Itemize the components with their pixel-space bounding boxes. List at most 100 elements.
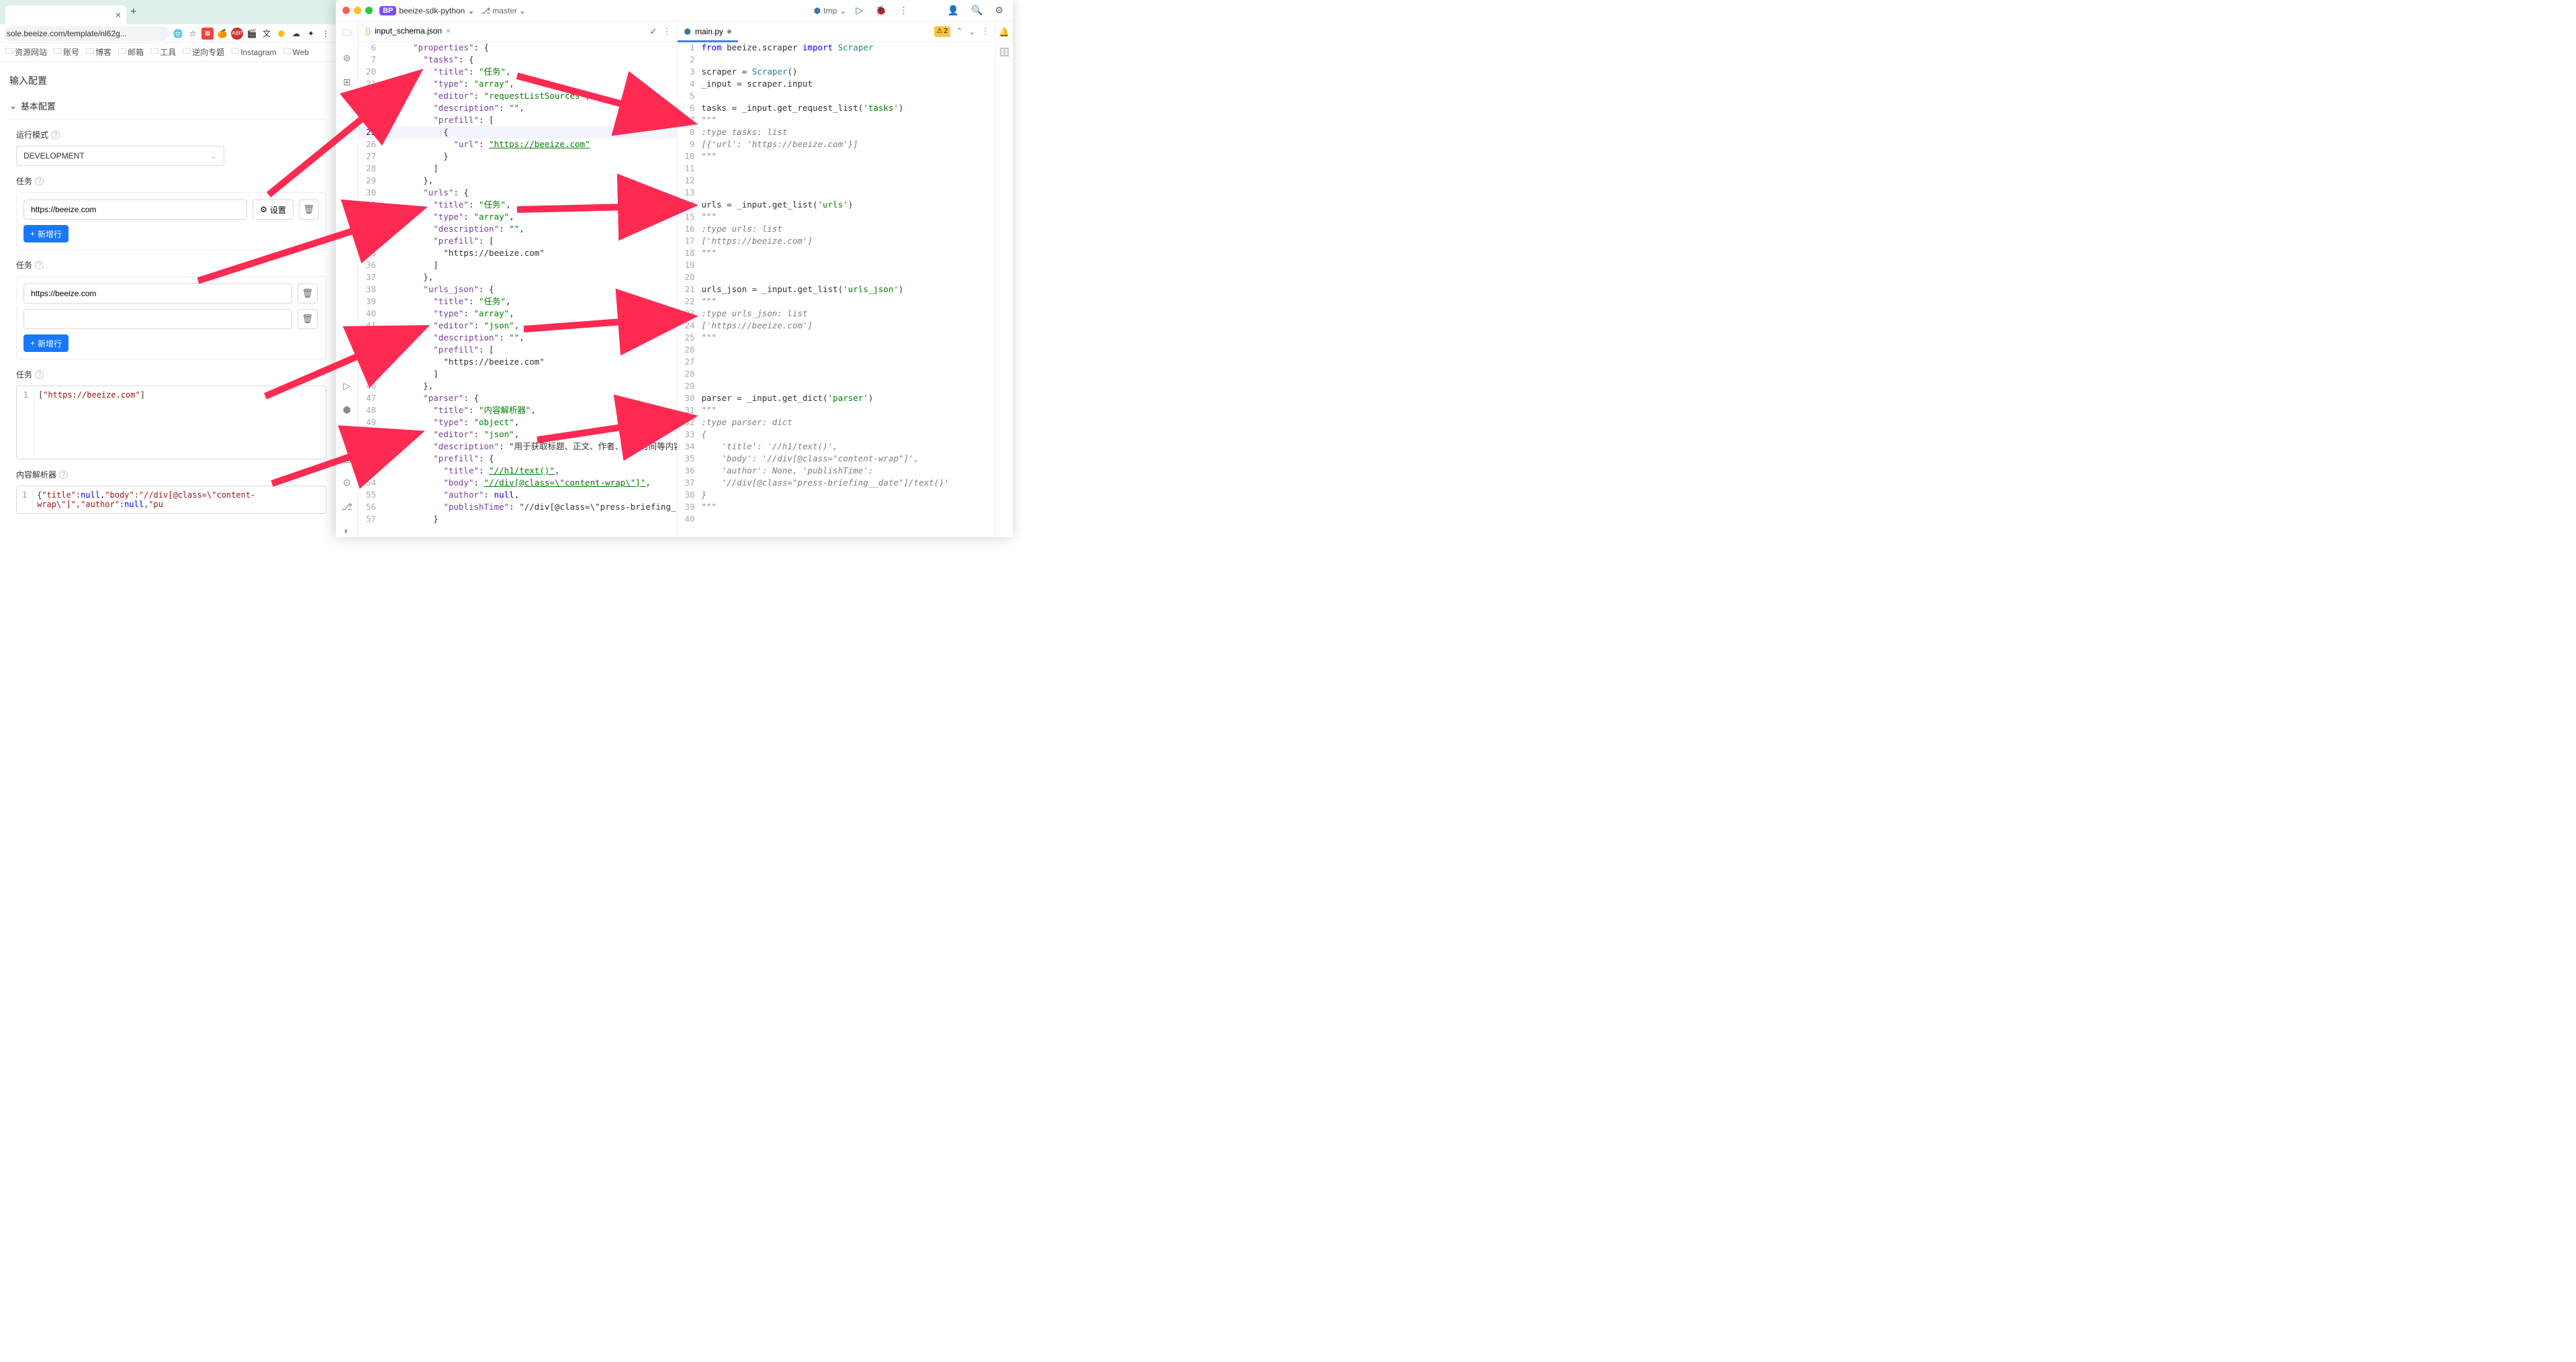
- help-icon[interactable]: ?: [35, 261, 44, 269]
- bookmark-item[interactable]: 🗀Web: [283, 45, 309, 59]
- more-actions-icon[interactable]: ⋮: [896, 3, 911, 17]
- chevron-down-icon: ⌄: [519, 6, 526, 15]
- database-tool-icon[interactable]: 🗄: [999, 47, 1010, 58]
- account-icon[interactable]: 👤: [945, 3, 962, 17]
- chevron-down-icon: ⌄: [839, 6, 846, 15]
- code-editor[interactable]: 1from beeize.scraper import Scraper23scr…: [678, 42, 996, 537]
- chevron-down-icon[interactable]: ⌄: [968, 26, 976, 37]
- ide-titlebar: BP beeize-sdk-python ⌄ ⎇ master ⌄ ⬢tmp⌄ …: [336, 0, 1013, 21]
- python-file-icon: ⬢: [684, 27, 691, 36]
- close-tab-icon[interactable]: ×: [446, 26, 451, 36]
- editor-left-pane: {} input_schema.json × ✓ ⋮ 6 "properties…: [359, 21, 678, 537]
- run-config-selector[interactable]: ⬢tmp⌄: [814, 6, 847, 15]
- json-editor[interactable]: 1 {"title":null,"body":"//div[@class=\"c…: [16, 486, 326, 514]
- translate-icon[interactable]: 🌐: [172, 28, 184, 40]
- bookmark-item[interactable]: 🗀工具: [150, 45, 176, 59]
- bookmark-item[interactable]: 🗀资源网站: [5, 45, 47, 59]
- tab-close-icon[interactable]: ×: [116, 9, 121, 20]
- branch-selector[interactable]: ⎇ master ⌄: [481, 6, 526, 15]
- project-tool-icon[interactable]: 🗀: [340, 27, 354, 40]
- commit-tool-icon[interactable]: ⊚: [340, 51, 354, 64]
- editor-tab[interactable]: {} input_schema.json ×: [359, 21, 457, 42]
- bookmark-item[interactable]: 🗀博客: [86, 45, 111, 59]
- search-icon[interactable]: 🔍: [968, 3, 985, 17]
- ext-icon-6[interactable]: ⬢: [275, 28, 287, 40]
- chevron-down-icon: ⌄: [467, 6, 474, 15]
- settings-icon[interactable]: ⚙: [992, 3, 1006, 17]
- gear-icon: ⚙: [260, 205, 267, 214]
- json-editor[interactable]: 1 ["https://beeize.com"]: [16, 385, 326, 459]
- delete-button[interactable]: 🗑: [297, 309, 318, 329]
- delete-button[interactable]: 🗑: [297, 283, 318, 304]
- ext-menu-icon[interactable]: ⋮: [320, 28, 332, 40]
- help-icon[interactable]: ?: [59, 470, 68, 479]
- folder-icon: 🗀: [86, 45, 94, 59]
- maximize-window-icon[interactable]: [365, 7, 373, 14]
- plus-icon: +: [30, 229, 35, 238]
- browser-window: × + 🌐 ☆ ▦ 🍊 ABP 🎬 文 ⬢ ☁ ✦ ⋮ 🗀资源网站 🗀账号 🗀博…: [0, 0, 336, 537]
- settings-button[interactable]: ⚙设置: [252, 199, 293, 220]
- add-row-button[interactable]: +新增行: [24, 334, 68, 352]
- chevron-up-icon[interactable]: ⌃: [956, 26, 963, 37]
- ext-icon-3[interactable]: ABP: [231, 28, 243, 40]
- project-selector[interactable]: BP beeize-sdk-python ⌄: [379, 6, 474, 15]
- parser-label: 内容解析器?: [16, 469, 326, 480]
- browser-tab[interactable]: ×: [5, 5, 126, 24]
- analysis-ok-icon[interactable]: ✓: [650, 26, 657, 37]
- folder-icon: 🗀: [150, 45, 158, 59]
- task-url-input[interactable]: [24, 309, 292, 329]
- bookmark-item[interactable]: 🗀账号: [54, 45, 79, 59]
- plus-icon: +: [30, 338, 35, 348]
- vcs-icon[interactable]: ⎇: [340, 500, 354, 513]
- bookmark-item[interactable]: 🗀逆向专题: [183, 45, 224, 59]
- close-window-icon[interactable]: [342, 7, 350, 14]
- run-button[interactable]: ▷: [853, 3, 866, 17]
- folder-icon: 🗀: [231, 45, 239, 59]
- task-url-input[interactable]: [24, 283, 292, 304]
- delete-button[interactable]: 🗑: [299, 199, 319, 220]
- editor-tab[interactable]: ⬢ main.py: [678, 21, 739, 42]
- task-url-input[interactable]: [24, 199, 247, 220]
- add-row-button[interactable]: +新增行: [24, 225, 68, 242]
- help-icon[interactable]: ?: [35, 370, 44, 379]
- basic-config-accordion[interactable]: ⌄ 基本配置: [9, 93, 326, 120]
- ext-icon-4[interactable]: 🎬: [246, 28, 258, 40]
- more-tabs-icon[interactable]: ⋮: [663, 26, 672, 37]
- debug-button[interactable]: 🐞: [872, 3, 889, 17]
- new-tab-button[interactable]: +: [130, 6, 136, 18]
- python-console-icon[interactable]: ⬢: [340, 403, 354, 416]
- chevron-down-icon: ⌄: [9, 101, 17, 111]
- terminal-icon[interactable]: ▣: [340, 451, 354, 465]
- branch-icon: ⎇: [481, 6, 490, 15]
- address-bar: 🌐 ☆ ▦ 🍊 ABP 🎬 文 ⬢ ☁ ✦ ⋮: [0, 24, 336, 43]
- url-input[interactable]: [4, 26, 169, 41]
- bookmark-item[interactable]: 🗀邮箱: [118, 45, 144, 59]
- run-tool-icon[interactable]: ▷: [340, 379, 354, 392]
- minimize-window-icon[interactable]: [354, 7, 361, 14]
- ext-icon-8[interactable]: ✦: [305, 28, 317, 40]
- page-body: 输入配置 ⌄ 基本配置 运行模式? DEVELOPMENT⌄ 任务? ⚙设置 🗑: [0, 62, 336, 520]
- help-icon[interactable]: ?: [51, 130, 60, 139]
- ext-icon-5[interactable]: 文: [261, 28, 273, 40]
- warnings-badge[interactable]: ⚠2: [934, 26, 951, 37]
- task-label: 任务?: [16, 369, 326, 380]
- star-icon[interactable]: ☆: [187, 28, 199, 40]
- task-label: 任务?: [16, 175, 326, 187]
- ext-icon-2[interactable]: 🍊: [216, 28, 228, 40]
- window-controls[interactable]: [342, 7, 373, 14]
- ext-icon-1[interactable]: ▦: [201, 28, 214, 40]
- more-tabs-icon[interactable]: ⋮: [981, 26, 990, 37]
- help-icon[interactable]: ?: [35, 177, 44, 185]
- run-mode-select[interactable]: DEVELOPMENT⌄: [16, 146, 224, 166]
- structure-tool-icon[interactable]: ⊞: [340, 75, 354, 89]
- run-mode-label: 运行模式?: [16, 129, 326, 140]
- todo-icon[interactable]: ◐: [340, 524, 354, 537]
- problems-icon[interactable]: ⊙: [340, 475, 354, 489]
- services-icon[interactable]: ⬚: [340, 427, 354, 441]
- bookmark-item[interactable]: 🗀Instagram: [231, 45, 276, 59]
- folder-icon: 🗀: [118, 45, 126, 59]
- notifications-icon[interactable]: 🔔: [999, 27, 1009, 38]
- code-editor[interactable]: 6 "properties": {7 "tasks": {20 "title":…: [359, 42, 677, 537]
- ext-icon-7[interactable]: ☁: [290, 28, 302, 40]
- folder-icon: 🗀: [183, 45, 191, 59]
